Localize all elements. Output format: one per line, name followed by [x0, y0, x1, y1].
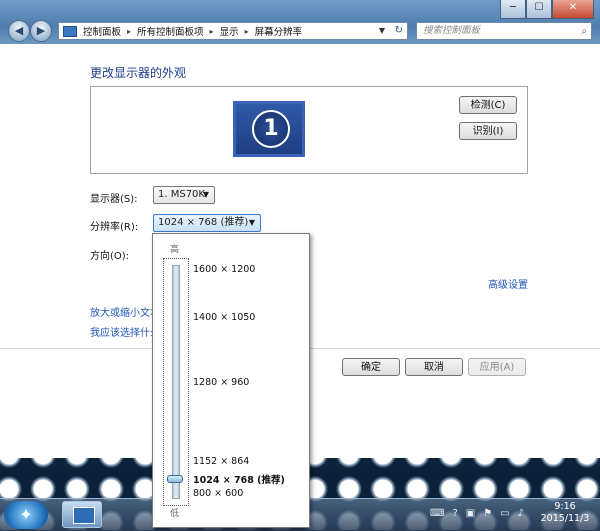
- resolution-option[interactable]: 1152 × 864: [193, 456, 249, 467]
- resolution-option-selected[interactable]: 1024 × 768 (推荐): [193, 472, 285, 486]
- orientation-label: 方向(O):: [90, 251, 130, 262]
- forward-button[interactable]: ▶: [30, 20, 52, 42]
- volume-icon[interactable]: ♪: [518, 508, 524, 519]
- control-panel-icon: [73, 507, 95, 524]
- chevron-down-icon: ▼: [202, 190, 209, 199]
- title-bar: ─ ☐ ✕ ◀ ▶ 控制面板 ▸ 所有控制面板项 ▸ 显示 ▸ 屏幕分辨率 ▼ …: [0, 0, 600, 44]
- resolution-option[interactable]: 800 × 600: [193, 488, 243, 499]
- resolution-select[interactable]: 1024 × 768 (推荐) ▼: [153, 214, 261, 232]
- chevron-right-icon[interactable]: ▸: [127, 27, 131, 36]
- search-input[interactable]: 搜索控制面板 ⌕: [416, 22, 592, 40]
- resolution-option[interactable]: 1280 × 960: [193, 377, 249, 388]
- search-icon[interactable]: ⌕: [581, 24, 587, 40]
- monitor-icon[interactable]: 1: [233, 101, 305, 157]
- window-controls: ─ ☐ ✕: [500, 0, 594, 19]
- display-select[interactable]: 1. MS70K ▼: [153, 186, 215, 204]
- clock[interactable]: 9:16 2015/11/3: [535, 501, 595, 525]
- search-placeholder: 搜索控制面板: [423, 25, 481, 36]
- flag-icon[interactable]: ⚑: [483, 508, 492, 519]
- detect-button[interactable]: 检测(C): [459, 96, 517, 114]
- network-icon[interactable]: ▣: [466, 508, 475, 519]
- maximize-button[interactable]: ☐: [526, 0, 552, 19]
- resolution-label: 分辨率(R):: [90, 222, 139, 233]
- resolution-slider-thumb[interactable]: [167, 475, 183, 483]
- apply-button[interactable]: 应用(A): [468, 358, 526, 376]
- which-settings-link[interactable]: 我应该选择什么: [90, 324, 160, 339]
- chevron-right-icon[interactable]: ▸: [245, 27, 249, 36]
- breadcrumb-control-panel[interactable]: 控制面板: [83, 24, 121, 38]
- monitor-number: 1: [252, 110, 290, 148]
- close-button[interactable]: ✕: [552, 0, 594, 19]
- keyboard-icon[interactable]: ⌨: [430, 508, 444, 519]
- text-size-link[interactable]: 放大或缩小文本: [90, 304, 160, 319]
- page-title: 更改显示器的外观: [90, 66, 187, 80]
- advanced-settings-link[interactable]: 高级设置: [488, 276, 528, 291]
- breadcrumb-screen-resolution[interactable]: 屏幕分辨率: [255, 24, 303, 38]
- system-tray: ⌨ ? ▣ ⚑ ▭ ♪: [430, 508, 524, 519]
- resolution-value: 1024 × 768 (推荐): [158, 217, 249, 228]
- display-label: 显示器(S):: [90, 194, 138, 205]
- help-icon[interactable]: ?: [452, 508, 457, 519]
- taskbar-item-control-panel[interactable]: [62, 501, 102, 528]
- ok-button[interactable]: 确定: [342, 358, 400, 376]
- address-bar[interactable]: 控制面板 ▸ 所有控制面板项 ▸ 显示 ▸ 屏幕分辨率 ▼ ↻: [58, 22, 408, 40]
- resolution-slider-frame: [163, 258, 189, 506]
- chevron-down-icon[interactable]: ▼: [379, 26, 385, 35]
- identify-button[interactable]: 识别(I): [459, 122, 517, 140]
- slider-high-label: 高: [170, 245, 180, 255]
- breadcrumb-all-items[interactable]: 所有控制面板项: [137, 24, 204, 38]
- monitor-preview-panel: 1 检测(C) 识别(I): [90, 86, 528, 174]
- control-panel-icon: [63, 25, 77, 37]
- resolution-option[interactable]: 1400 × 1050: [193, 312, 255, 323]
- refresh-icon[interactable]: ↻: [395, 25, 403, 36]
- windows-logo-icon: ✦: [19, 505, 33, 524]
- resolution-popup: 高 低 1600 × 1200 1400 × 1050 1280 × 960 1…: [152, 233, 310, 528]
- chevron-down-icon: ▼: [248, 218, 255, 227]
- resolution-option[interactable]: 1600 × 1200: [193, 264, 255, 275]
- clock-date: 2015/11/3: [540, 513, 590, 524]
- chevron-right-icon[interactable]: ▸: [210, 27, 214, 36]
- minimize-button[interactable]: ─: [500, 0, 526, 19]
- resolution-slider-track[interactable]: [172, 265, 180, 499]
- display-value: 1. MS70K: [158, 189, 205, 200]
- back-button[interactable]: ◀: [8, 20, 30, 42]
- clock-time: 9:16: [554, 501, 576, 512]
- breadcrumb-display[interactable]: 显示: [220, 24, 239, 38]
- start-button[interactable]: ✦: [4, 501, 48, 529]
- display-icon[interactable]: ▭: [500, 508, 509, 519]
- cancel-button[interactable]: 取消: [405, 358, 463, 376]
- slider-low-label: 低: [170, 509, 180, 519]
